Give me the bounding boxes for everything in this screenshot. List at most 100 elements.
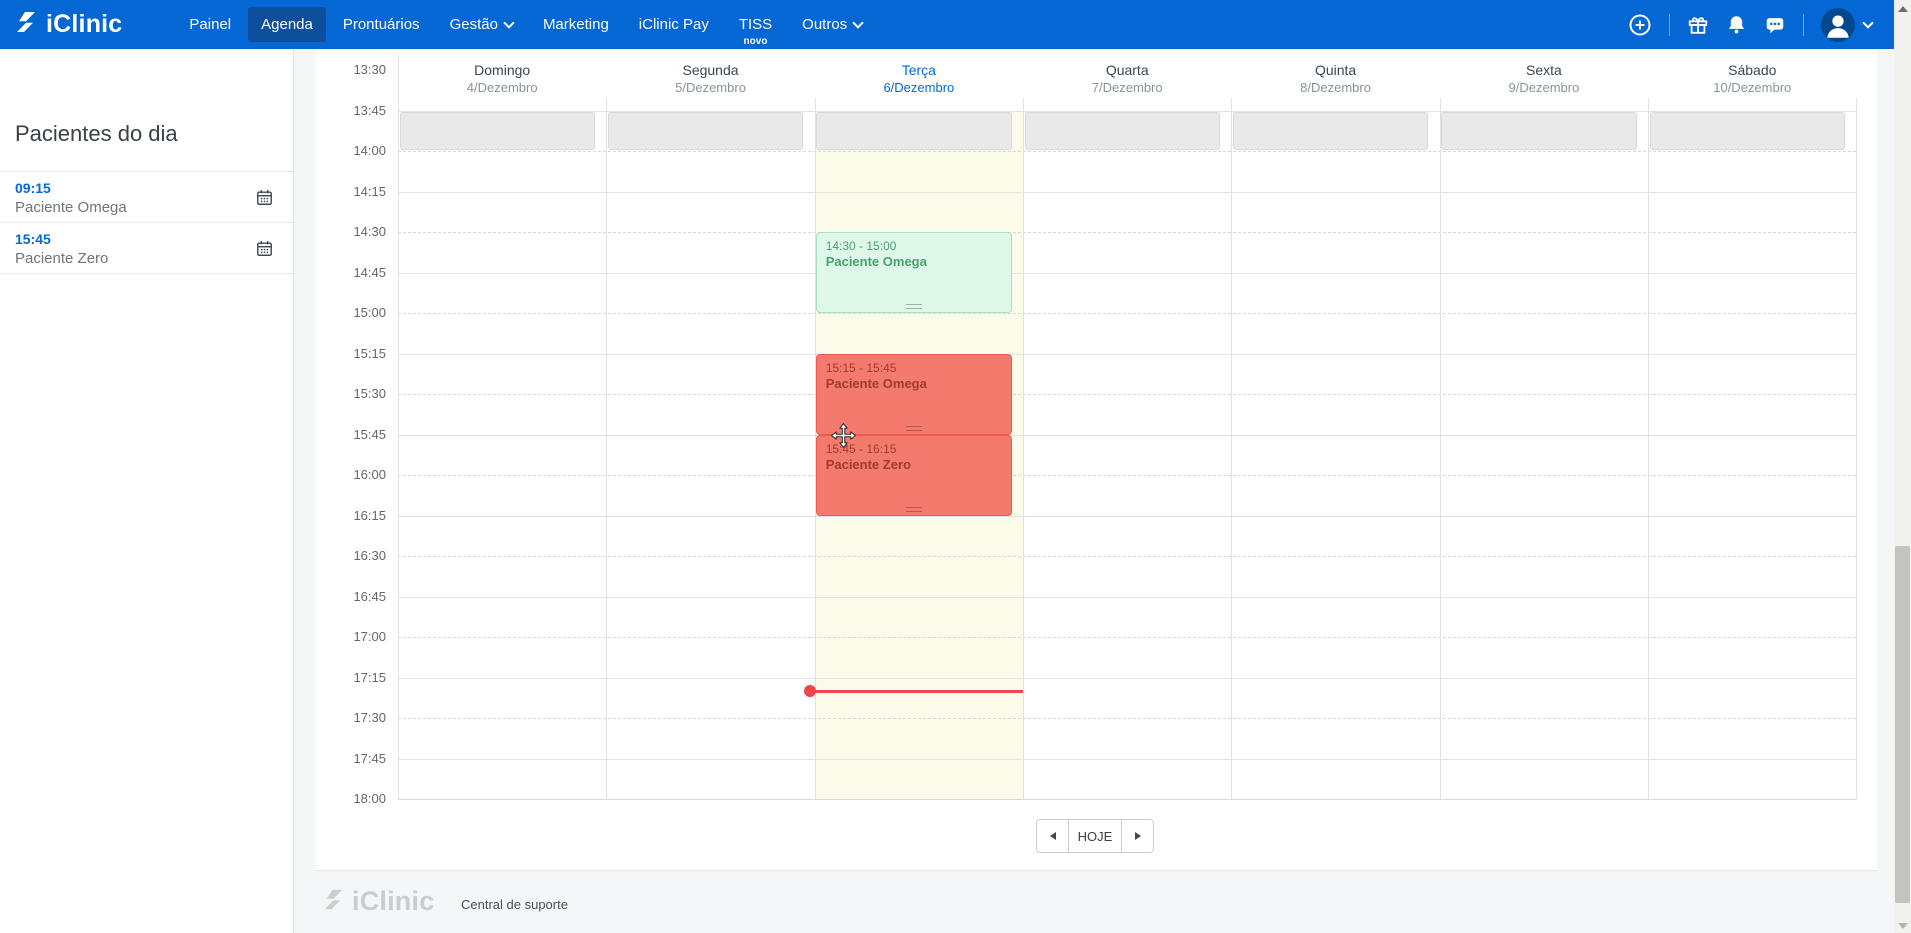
grid-hline	[398, 313, 1857, 314]
day-name: Quarta	[1105, 62, 1149, 78]
nav-item-marketing[interactable]: Marketing	[530, 7, 622, 42]
patient-time: 15:45	[15, 231, 51, 247]
scrollbar-down-arrow[interactable]	[1898, 923, 1908, 929]
plus-circle-icon[interactable]	[1628, 13, 1652, 37]
nav-item-painel[interactable]: Painel	[176, 7, 244, 42]
time-label: 14:00	[353, 143, 386, 158]
gift-icon[interactable]	[1687, 14, 1709, 36]
event-patient-name: Paciente Zero	[825, 456, 911, 472]
chevron-down-icon	[503, 16, 515, 29]
event-resize-handle[interactable]	[905, 304, 922, 309]
patient-list-item[interactable]: 15:45 Paciente Zero	[0, 223, 293, 274]
day-name: Terça	[901, 62, 936, 78]
event-resize-handle[interactable]	[905, 425, 922, 431]
day-name: Sexta	[1526, 62, 1562, 78]
nav-item-label: TISS	[738, 16, 773, 33]
grid-hline	[398, 151, 1857, 152]
calendar-card	[316, 49, 1877, 871]
user-menu[interactable]	[1821, 7, 1874, 42]
time-label: 15:15	[353, 345, 386, 361]
blocked-time-slot	[1649, 112, 1845, 150]
day-name: Domingo	[474, 62, 531, 78]
nav-item-prontuarios[interactable]: Prontuários	[330, 7, 433, 42]
footer: iClinic Central de suporte	[316, 871, 1877, 933]
grid-vline	[606, 98, 608, 799]
grid-vline	[1648, 98, 1650, 799]
event-resize-handle[interactable]	[905, 506, 922, 512]
time-label: 14:15	[353, 183, 386, 199]
calendar-icon[interactable]	[256, 189, 273, 211]
current-time-dot	[803, 685, 816, 697]
appointment-event[interactable]: 14:30 - 15:00 Paciente Omega	[815, 232, 1012, 313]
nav-item-label: Painel	[189, 16, 232, 33]
scrollbar-thumb[interactable]	[1895, 546, 1910, 903]
nav-item-outros[interactable]: Outros	[789, 7, 875, 42]
day-name: Quinta	[1314, 62, 1357, 78]
footer-brand: iClinic	[322, 886, 434, 917]
grid-hline	[398, 515, 1857, 517]
time-label: 14:45	[353, 264, 386, 280]
chat-icon[interactable]	[1764, 14, 1786, 36]
nav-item-gestao[interactable]: Gestão	[437, 7, 526, 42]
support-link[interactable]: Central de suporte	[461, 897, 568, 912]
time-label: 17:15	[353, 669, 386, 685]
grid-hline	[398, 677, 1857, 679]
day-header-segunda: Segunda 5/Dezembro	[606, 62, 814, 96]
time-label: 17:30	[353, 710, 386, 725]
patient-name: Paciente Omega	[15, 198, 127, 216]
navbar-menu: Painel Agenda Prontuários Gestão Marketing iC…	[174, 0, 877, 49]
calendar-icon[interactable]	[256, 240, 273, 262]
grid-vline	[1856, 98, 1858, 799]
day-date: 4/Dezembro	[466, 79, 538, 95]
grid-hline	[398, 232, 1857, 233]
brand-logo[interactable]: iClinic	[14, 10, 122, 39]
nav-item-label: Gestão	[449, 16, 498, 33]
nav-item-label: Prontuários	[342, 16, 420, 33]
scrollbar-up-arrow[interactable]	[1898, 6, 1908, 12]
sidebar-title: Pacientes do dia	[15, 121, 178, 146]
day-header-sexta: Sexta 9/Dezembro	[1440, 62, 1648, 96]
time-label: 13:45	[353, 102, 386, 118]
day-header-terca: Terça 6/Dezembro	[815, 62, 1023, 96]
arrow-right-icon	[1134, 832, 1141, 840]
prev-week-button[interactable]	[1036, 819, 1069, 853]
day-header-domingo: Domingo 4/Dezembro	[398, 62, 606, 96]
nav-item-label: Agenda	[261, 16, 313, 33]
nav-item-label: Marketing	[542, 16, 609, 33]
day-date: 8/Dezembro	[1300, 79, 1371, 95]
today-button[interactable]: HOJE	[1069, 819, 1121, 853]
footer-brand-name: iClinic	[352, 886, 435, 916]
patient-list: 09:15 Paciente Omega 15:45 Paciente Zero	[0, 171, 293, 274]
new-badge: novo	[743, 36, 768, 47]
time-label: 16:45	[353, 588, 386, 604]
grid-hline	[398, 394, 1857, 395]
event-time-range: 14:30 - 15:00	[825, 239, 897, 253]
day-date: 7/Dezembro	[1091, 79, 1163, 95]
bell-icon[interactable]	[1726, 14, 1747, 35]
nav-item-tiss[interactable]: TISS novo	[726, 7, 785, 47]
patient-list-item[interactable]: 09:15 Paciente Omega	[0, 172, 293, 223]
iclinic-logo-icon	[14, 10, 38, 39]
page-scrollbar[interactable]	[1894, 0, 1911, 933]
navbar-divider	[1669, 13, 1670, 36]
blocked-time-slot	[399, 112, 595, 150]
time-label: 17:45	[353, 750, 386, 766]
patient-time: 09:15	[15, 180, 51, 196]
blocked-time-slot	[1024, 112, 1220, 150]
grid-hline	[398, 799, 1857, 800]
grid-hline	[398, 475, 1857, 476]
time-label: 18:00	[353, 791, 386, 806]
day-header-quarta: Quarta 7/Dezembro	[1023, 62, 1231, 96]
nav-item-iclinic-pay[interactable]: iClinic Pay	[626, 7, 722, 42]
time-label: 13:30	[353, 62, 386, 77]
next-week-button[interactable]	[1121, 819, 1154, 853]
grid-hline	[398, 758, 1857, 760]
event-patient-name: Paciente Omega	[825, 254, 927, 270]
avatar	[1821, 7, 1855, 42]
day-date: 9/Dezembro	[1508, 79, 1580, 95]
nav-item-agenda[interactable]: Agenda	[248, 7, 326, 42]
grid-hline	[398, 191, 1857, 193]
time-label: 16:15	[353, 507, 386, 523]
nav-item-label: Outros	[802, 16, 848, 33]
time-label: 16:30	[353, 548, 386, 563]
